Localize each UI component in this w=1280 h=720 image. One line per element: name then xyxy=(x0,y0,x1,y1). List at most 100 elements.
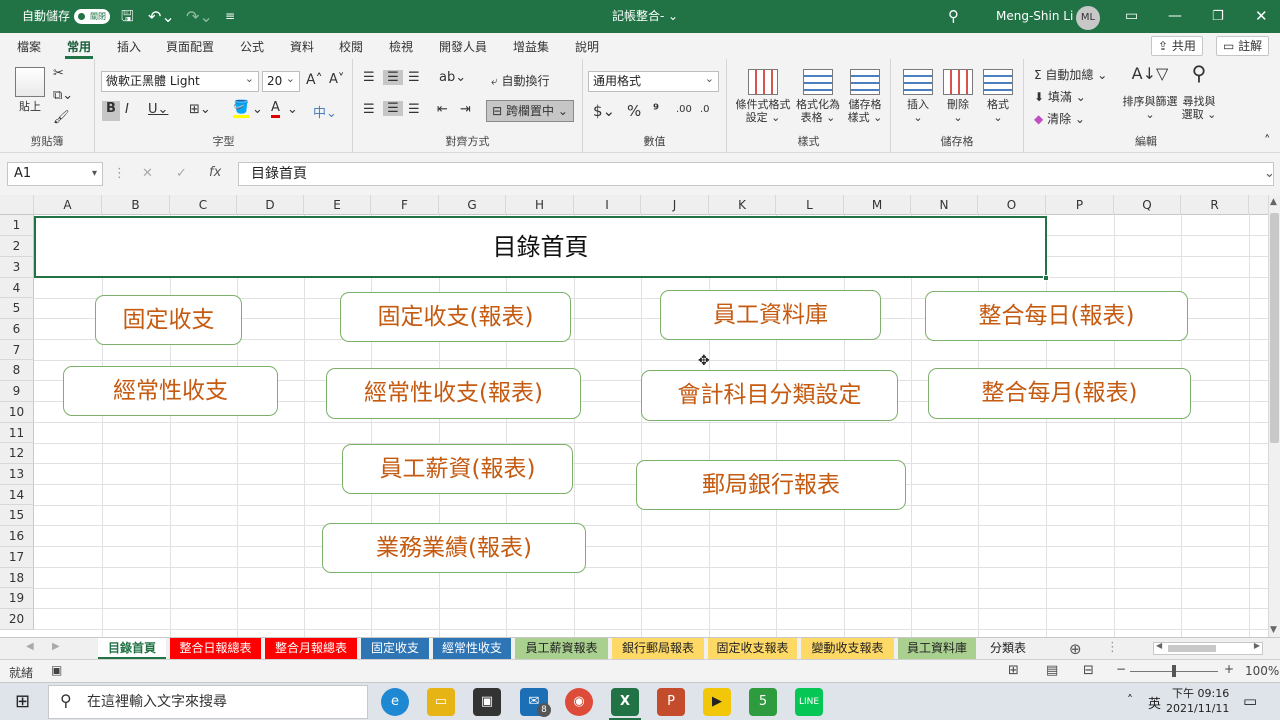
fill-color-icon[interactable]: 🪣 xyxy=(233,100,250,118)
regular-income-button[interactable]: 經常性收支 xyxy=(63,366,278,416)
comments-button[interactable]: ▭ 註解 xyxy=(1216,36,1270,56)
zoom-in-icon[interactable]: + xyxy=(1224,662,1234,676)
taskbar-search-input[interactable]: 在這裡輸入文字來搜尋 xyxy=(48,685,368,719)
decrease-indent-icon[interactable]: ⇤ xyxy=(437,102,448,117)
decrease-font-icon[interactable]: A˅ xyxy=(329,72,344,87)
paste-button[interactable]: 貼上 xyxy=(12,67,48,113)
fill-handle[interactable] xyxy=(1043,275,1049,281)
undo-icon[interactable]: ↶⌄ xyxy=(148,0,175,33)
close-icon[interactable]: ✕ xyxy=(1255,0,1268,33)
user-name[interactable]: Meng-Shin Li xyxy=(996,0,1073,33)
avatar[interactable]: ML xyxy=(1076,4,1100,30)
phonetic-icon[interactable]: 中⌄ xyxy=(313,102,337,121)
italic-icon[interactable]: I xyxy=(125,102,129,117)
title-cell[interactable]: 目錄首頁 xyxy=(34,216,1047,278)
sheet-tab[interactable]: 整合日報總表 xyxy=(170,638,261,659)
column-header[interactable]: J xyxy=(641,195,709,215)
underline-icon[interactable]: U⌄ xyxy=(148,102,168,117)
chevron-down-icon[interactable]: ⌄ xyxy=(668,0,678,33)
regular-income-report-button[interactable]: 經常性收支(報表) xyxy=(326,368,581,419)
tab-insert[interactable]: 插入 xyxy=(117,38,141,55)
restore-icon[interactable]: ❐ xyxy=(1212,0,1224,33)
sheet-tab[interactable]: 固定收支 xyxy=(361,638,429,659)
column-header[interactable]: L xyxy=(776,195,844,215)
align-middle-icon[interactable]: ☰ xyxy=(383,70,403,85)
font-color-dropdown-icon[interactable]: ⌄ xyxy=(287,102,298,117)
customize-toolbar-icon[interactable]: ≡ xyxy=(225,0,235,33)
tab-data[interactable]: 資料 xyxy=(290,38,314,55)
clear-button[interactable]: ◆ 清除 ⌄ xyxy=(1034,110,1085,127)
powerpoint-icon[interactable]: P xyxy=(657,688,685,716)
column-header[interactable]: Q xyxy=(1114,195,1181,215)
row-header[interactable]: 10 xyxy=(0,402,34,423)
row-header[interactable]: 7 xyxy=(0,340,34,360)
align-center-icon[interactable]: ☰ xyxy=(383,101,403,116)
zoom-slider-thumb[interactable] xyxy=(1172,665,1176,677)
horizontal-scrollbar[interactable]: ◀ ▶ xyxy=(1153,641,1263,655)
post-bank-report-button[interactable]: 郵局銀行報表 xyxy=(636,460,906,510)
formula-input[interactable]: 目錄首頁 xyxy=(238,162,1274,186)
monthly-report-button[interactable]: 整合每月(報表) xyxy=(928,368,1191,419)
sheet-tab[interactable]: 經常性收支 xyxy=(433,638,511,659)
add-sheet-icon[interactable]: ⊕ xyxy=(1069,640,1082,658)
file-title[interactable]: 記帳整合- xyxy=(612,0,664,33)
row-header[interactable]: 14 xyxy=(0,485,34,505)
column-header[interactable]: F xyxy=(371,195,439,215)
tab-formulas[interactable]: 公式 xyxy=(240,38,264,55)
windows-start-icon[interactable]: ⊞ xyxy=(15,691,30,712)
minimize-icon[interactable]: — xyxy=(1168,0,1182,33)
row-header[interactable]: 8 xyxy=(0,360,34,381)
column-header[interactable]: C xyxy=(170,195,237,215)
cancel-icon[interactable]: ✕ xyxy=(142,166,153,181)
column-header[interactable]: E xyxy=(304,195,371,215)
ribbon-display-icon[interactable]: ▭ xyxy=(1125,0,1138,33)
column-header[interactable]: G xyxy=(439,195,506,215)
show-hidden-icons[interactable]: ˄ xyxy=(1127,693,1133,707)
currency-icon[interactable]: $⌄ xyxy=(593,102,615,120)
row-header[interactable]: 4 xyxy=(0,278,34,298)
sheet-tab[interactable]: 變動收支報表 xyxy=(801,638,894,659)
row-header[interactable]: 3 xyxy=(0,257,34,278)
tab-file[interactable]: 檔案 xyxy=(17,38,41,55)
name-box[interactable]: A1 ▾ xyxy=(7,162,103,186)
sheet-tab[interactable]: 目錄首頁 xyxy=(98,638,166,659)
formula-options-icon[interactable]: ⋮ xyxy=(113,166,126,181)
row-header[interactable]: 17 xyxy=(0,547,34,568)
worksheet-grid[interactable]: A B C D E F G H I J K L M N O P Q R 1 2 … xyxy=(0,195,1268,637)
column-header[interactable]: K xyxy=(709,195,776,215)
number-format-select[interactable]: 通用格式 xyxy=(588,69,719,92)
orientation-icon[interactable]: ab⌄ xyxy=(439,70,466,85)
sheet-tab[interactable]: 整合月報總表 xyxy=(265,638,357,659)
decrease-decimal-icon[interactable]: .0 xyxy=(700,104,710,115)
row-header[interactable]: 13 xyxy=(0,464,34,485)
insert-cells-button[interactable]: 插入 ⌄ xyxy=(899,69,937,124)
app-5-icon[interactable]: 5 xyxy=(749,688,777,716)
align-bottom-icon[interactable]: ☰ xyxy=(408,70,420,85)
copy-icon[interactable]: ⧉⌄ xyxy=(53,88,73,103)
row-header[interactable]: 16 xyxy=(0,526,34,547)
cell-styles-button[interactable]: 儲存格 樣式 ⌄ xyxy=(843,69,887,124)
sort-filter-button[interactable]: A↓▽ 排序與篩選 ⌄ xyxy=(1120,66,1180,122)
merge-center-button[interactable]: ⊟ 跨欄置中 ⌄ xyxy=(486,100,574,122)
row-header[interactable]: 2 xyxy=(0,236,34,257)
notification-icon[interactable]: ▭ xyxy=(1243,692,1257,710)
wrap-text-button[interactable]: ⤶ 自動換行 xyxy=(491,72,550,89)
daily-report-button[interactable]: 整合每日(報表) xyxy=(925,291,1188,341)
row-header[interactable]: 12 xyxy=(0,443,34,464)
tab-help[interactable]: 說明 xyxy=(575,38,599,55)
edge-icon[interactable]: e xyxy=(381,688,409,716)
column-header[interactable]: I xyxy=(574,195,641,215)
column-header[interactable]: D xyxy=(237,195,304,215)
insert-function-icon[interactable]: fx xyxy=(209,165,221,180)
zoom-level[interactable]: 100% xyxy=(1245,664,1279,678)
fill-color-dropdown-icon[interactable]: ⌄ xyxy=(252,102,263,117)
tab-view[interactable]: 檢視 xyxy=(389,38,413,55)
performance-report-button[interactable]: 業務業績(報表) xyxy=(322,523,586,573)
tab-review[interactable]: 校閱 xyxy=(339,38,363,55)
account-setting-button[interactable]: 會計科目分類設定 xyxy=(641,370,898,421)
borders-icon[interactable]: ⊞⌄ xyxy=(189,102,211,117)
column-header[interactable]: R xyxy=(1181,195,1249,215)
zoom-out-icon[interactable]: − xyxy=(1116,662,1126,676)
font-size-select[interactable]: 20 xyxy=(262,69,300,92)
align-left-icon[interactable]: ☰ xyxy=(363,102,375,117)
